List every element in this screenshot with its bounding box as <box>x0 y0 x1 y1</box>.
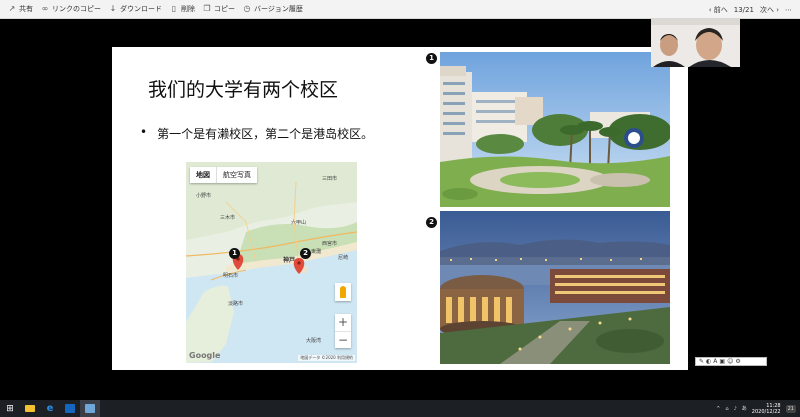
prev-label: 前へ <box>713 5 728 14</box>
color-icon[interactable]: ◐ <box>706 358 711 365</box>
zoom-in-button[interactable]: + <box>335 314 351 331</box>
campus-photo-2 <box>440 211 670 364</box>
map-canvas <box>186 162 357 363</box>
copy-button[interactable]: ❐ コピー <box>203 4 235 14</box>
share-icon: ↗ <box>8 4 16 13</box>
clock-date: 2020/12/22 <box>751 408 781 415</box>
copy-link-button[interactable]: ∞ リンクのコピー <box>41 4 101 14</box>
version-history-button[interactable]: ◷ バージョン履歴 <box>243 4 303 14</box>
tray-chevron-icon[interactable]: ^ <box>716 406 720 412</box>
map-label: 西宮市 <box>322 241 338 247</box>
tab-satellite[interactable]: 航空写真 <box>216 167 257 183</box>
map-label: 大阪湾 <box>306 338 322 344</box>
app-icon <box>85 404 95 413</box>
taskbar-active-app[interactable] <box>80 400 100 417</box>
start-button[interactable]: ⊞ <box>0 400 20 417</box>
folder-icon <box>25 405 35 412</box>
windows-icon: ⊞ <box>6 403 14 414</box>
pager: ‹ 前へ 13/21 次へ › ⋯ <box>709 0 792 19</box>
map-label: 東灘 <box>311 249 322 255</box>
download-button[interactable]: ↓ ダウンロード <box>109 4 162 14</box>
campus-map[interactable]: 地図 航空写真 小野市 三田市 三木市 六甲山 神戸 明石市 西宮市 淡路市 大… <box>186 162 357 363</box>
download-icon: ↓ <box>109 4 117 13</box>
map-label: 六甲山 <box>291 220 307 226</box>
link-icon: ∞ <box>41 4 49 13</box>
map-label: 淡路市 <box>228 301 244 307</box>
more-icon[interactable]: ⋯ <box>785 6 792 14</box>
map-zoom-control: + − <box>335 314 351 348</box>
system-tray: ^ ⌂ ♪ あ 11:28 2020/12/22 21 <box>716 400 796 417</box>
delete-label: 削除 <box>181 5 195 13</box>
map-marker-badge-1: 1 <box>229 248 240 259</box>
volume-icon[interactable]: ♪ <box>734 406 737 412</box>
toolbar: ↗ 共有 ∞ リンクのコピー ↓ ダウンロード ▯ 削除 ❐ コピー ◷ バージ… <box>0 0 800 19</box>
copy-link-label: リンクのコピー <box>52 5 101 13</box>
taskbar-edge[interactable]: e <box>40 400 60 417</box>
photo-badge-1: 1 <box>426 53 437 64</box>
next-label: 次へ <box>759 5 774 14</box>
copy-icon: ❐ <box>203 4 211 13</box>
settings-icon[interactable]: ⚙ <box>735 358 740 365</box>
street-view-pegman-icon[interactable] <box>335 283 351 301</box>
ime-indicator[interactable]: あ <box>742 405 747 412</box>
map-label: 明石市 <box>223 273 239 279</box>
google-logo: Google <box>189 351 221 360</box>
map-attribution: 地図データ ©2020 利用規約 <box>298 355 355 361</box>
bullet-text: 第一个是有濑校区，第二个是港岛校区。 <box>157 127 374 141</box>
page-counter: 13/21 <box>733 5 754 14</box>
map-label: 三木市 <box>220 215 236 221</box>
zoom-out-button[interactable]: − <box>335 331 351 348</box>
webcam-video <box>651 19 740 67</box>
arrow-up-icon: ‹ <box>708 5 712 14</box>
pen-icon[interactable]: ✎ <box>699 358 704 365</box>
share-label: 共有 <box>19 5 33 13</box>
input-toolbar[interactable]: ✎ ◐ A ▣ ☺ ⚙ <box>695 357 767 366</box>
viewer-window: ↗ 共有 ∞ リンクのコピー ↓ ダウンロード ▯ 削除 ❐ コピー ◷ バージ… <box>0 0 800 417</box>
network-icon[interactable]: ⌂ <box>725 406 728 412</box>
photo-badge-2: 2 <box>426 217 437 228</box>
clock[interactable]: 11:28 2020/12/22 <box>752 403 781 415</box>
prev-button[interactable]: ‹ 前へ <box>709 5 728 15</box>
copy-label: コピー <box>214 5 235 13</box>
history-icon: ◷ <box>243 4 251 13</box>
format-icon[interactable]: ▣ <box>719 358 725 365</box>
slide-title: 我们的大学有两个校区 <box>148 79 339 101</box>
notification-badge[interactable]: 21 <box>785 404 796 413</box>
text-icon[interactable]: A <box>713 358 717 365</box>
outlook-icon <box>65 404 75 413</box>
map-label: 三田市 <box>322 176 338 182</box>
download-label: ダウンロード <box>120 5 162 13</box>
map-label: 神戸 <box>283 257 296 264</box>
edge-icon: e <box>46 403 54 414</box>
version-history-label: バージョン履歴 <box>254 5 303 13</box>
slide-bullet: • 第一个是有濑校区，第二个是港岛校区。 <box>140 125 373 142</box>
emoji-icon[interactable]: ☺ <box>727 358 733 365</box>
delete-button[interactable]: ▯ 削除 <box>170 4 195 14</box>
taskbar-outlook[interactable] <box>60 400 80 417</box>
slide: 我们的大学有两个校区 • 第一个是有濑校区，第二个是港岛校区。 地図 航空写真 … <box>112 47 688 370</box>
map-label: 小野市 <box>196 193 212 199</box>
share-button[interactable]: ↗ 共有 <box>8 4 33 14</box>
campus-photo-1 <box>440 52 670 207</box>
taskbar-explorer[interactable] <box>20 400 40 417</box>
map-marker-badge-2: 2 <box>300 248 311 259</box>
taskbar: ⊞ e ^ ⌂ ♪ あ 11:28 2020/12/22 21 <box>0 400 800 417</box>
map-label: 尼崎 <box>338 255 349 261</box>
map-type-tabs: 地図 航空写真 <box>190 167 257 183</box>
arrow-down-icon: › <box>776 5 779 14</box>
bullet-marker: • <box>140 125 148 139</box>
trash-icon: ▯ <box>171 4 177 13</box>
tab-map[interactable]: 地図 <box>190 167 216 183</box>
next-button[interactable]: 次へ › <box>760 5 779 15</box>
